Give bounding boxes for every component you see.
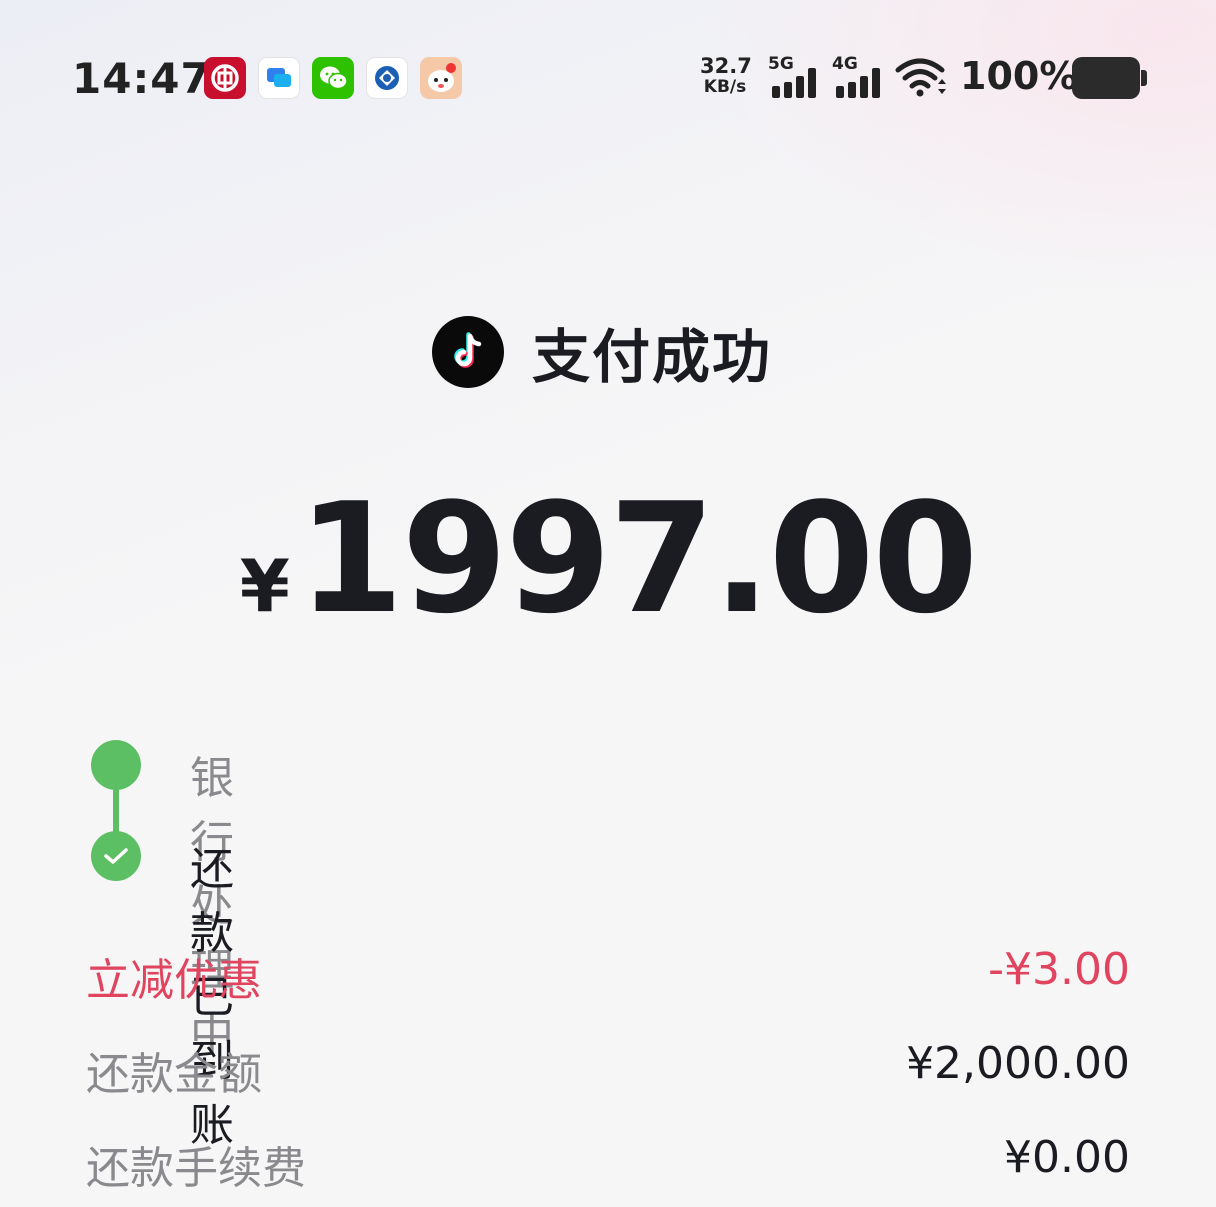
battery-icon bbox=[1072, 57, 1140, 99]
wechat-icon bbox=[312, 57, 354, 99]
repayment-amount-value: ¥2,000.00 bbox=[906, 1038, 1130, 1089]
status-bar: 14:47 32.7 KB/s 5G 4G 100% bbox=[0, 0, 1216, 150]
signal-4g-label: 4G bbox=[832, 54, 858, 74]
bank-of-china-icon bbox=[204, 57, 246, 99]
network-speed-unit: KB/s bbox=[703, 77, 747, 97]
messages-icon bbox=[258, 57, 300, 99]
step-dot bbox=[91, 740, 141, 790]
battery-percent: 100% bbox=[960, 54, 1078, 98]
discount-label: 立减优惠 bbox=[86, 955, 262, 1006]
wifi-icon bbox=[894, 56, 950, 104]
signal-5g: 5G bbox=[768, 54, 820, 104]
signal-4g: 4G bbox=[832, 54, 884, 104]
repayment-fee-value: ¥0.00 bbox=[1004, 1132, 1130, 1183]
repayment-fee-label: 还款手续费 bbox=[86, 1143, 306, 1194]
tiktok-icon bbox=[432, 316, 504, 388]
notification-icons bbox=[204, 57, 462, 99]
amount-value: 1997.00 bbox=[297, 470, 978, 647]
check-circle-icon bbox=[91, 831, 141, 881]
discount-value: -¥3.00 bbox=[988, 944, 1130, 995]
signal-5g-label: 5G bbox=[768, 54, 794, 74]
step-connector bbox=[113, 786, 119, 836]
currency-symbol: ¥ bbox=[239, 544, 290, 628]
mascot-app-icon bbox=[420, 57, 462, 99]
network-speed-value: 32.7 bbox=[700, 54, 752, 78]
battery-tip bbox=[1141, 70, 1147, 86]
ccb-bank-icon bbox=[366, 57, 408, 99]
payment-header: 支付成功 bbox=[432, 310, 772, 394]
repayment-amount-label: 还款金额 bbox=[86, 1049, 262, 1100]
page-title: 支付成功 bbox=[532, 323, 773, 391]
network-speed: 32.7 KB/s bbox=[700, 54, 752, 98]
status-time: 14:47 bbox=[72, 54, 211, 103]
payment-amount: ¥1997.00 bbox=[0, 470, 1216, 647]
